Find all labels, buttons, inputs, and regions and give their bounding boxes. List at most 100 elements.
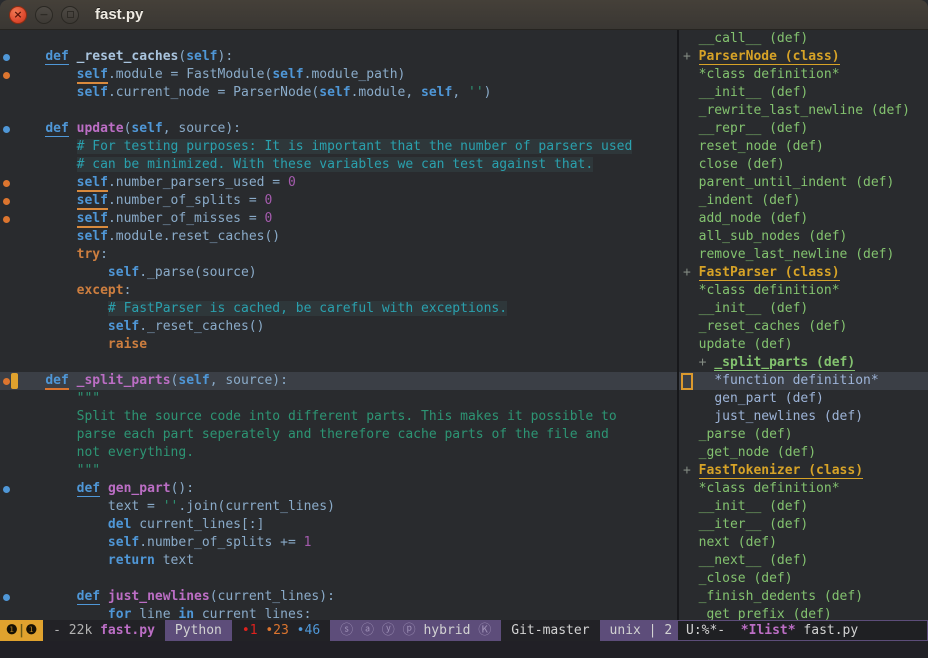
outline-item[interactable]: gen_part (def) bbox=[679, 390, 928, 408]
echo-area[interactable] bbox=[0, 641, 928, 658]
encoding-indicator[interactable]: unix | 2 bbox=[600, 620, 683, 641]
outline-item[interactable]: _finish_dedents (def) bbox=[679, 588, 928, 606]
code-line[interactable]: # For testing purposes: It is important … bbox=[0, 138, 677, 156]
buffer-info[interactable]: - 22k fast.py bbox=[43, 620, 165, 641]
git-branch-indicator[interactable]: Git-master bbox=[501, 620, 599, 641]
code-token-txt: : bbox=[100, 247, 108, 262]
code-token-kwo: raise bbox=[108, 337, 147, 352]
code-line[interactable] bbox=[0, 354, 677, 372]
outline-item[interactable]: _parse (def) bbox=[679, 426, 928, 444]
outline-item[interactable]: _indent (def) bbox=[679, 192, 928, 210]
outline-item[interactable]: + FastParser (class) bbox=[679, 264, 928, 282]
outline-item[interactable]: _get_prefix (def) bbox=[679, 606, 928, 620]
minimize-button[interactable]: − bbox=[35, 6, 53, 24]
code-line[interactable]: # can be minimized. With these variables… bbox=[0, 156, 677, 174]
outline-item[interactable]: _rewrite_last_newline (def) bbox=[679, 102, 928, 120]
code-token-txt: .module = FastModule( bbox=[108, 67, 272, 82]
code-editor[interactable]: def _reset_caches(self): self.module = F… bbox=[0, 30, 677, 620]
code-line[interactable]: self._parse(source) bbox=[0, 264, 677, 282]
flycheck-warning-dot-icon bbox=[3, 198, 10, 205]
code-token-com: # can be minimized. With these variables… bbox=[77, 157, 594, 172]
code-line[interactable]: parse each part seperately and therefore… bbox=[0, 426, 677, 444]
code-line[interactable]: raise bbox=[0, 336, 677, 354]
outline-item[interactable]: + _split_parts (def) bbox=[679, 354, 928, 372]
close-icon: × bbox=[13, 8, 22, 21]
major-mode-indicator[interactable]: Python bbox=[165, 620, 232, 641]
outline-item[interactable]: all_sub_nodes (def) bbox=[679, 228, 928, 246]
outline-item[interactable]: *class definition* bbox=[679, 282, 928, 300]
code-line[interactable]: self.module = FastModule(self.module_pat… bbox=[0, 66, 677, 84]
code-token-txt bbox=[14, 481, 77, 496]
maximize-button[interactable] bbox=[61, 6, 79, 24]
code-line[interactable]: # FastParser is cached, be careful with … bbox=[0, 300, 677, 318]
outline-item[interactable]: __init__ (def) bbox=[679, 84, 928, 102]
code-line[interactable]: def just_newlines(current_lines): bbox=[0, 588, 677, 606]
code-token-txt: ._parse(source) bbox=[139, 265, 256, 280]
code-line[interactable]: """ bbox=[0, 390, 677, 408]
outline-item[interactable]: _reset_caches (def) bbox=[679, 318, 928, 336]
code-line-current[interactable]: def _split_parts(self, source): bbox=[0, 372, 677, 390]
code-line[interactable]: del current_lines[:] bbox=[0, 516, 677, 534]
code-line[interactable]: """ bbox=[0, 462, 677, 480]
outline-item[interactable]: __iter__ (def) bbox=[679, 516, 928, 534]
code-token-txt bbox=[14, 175, 77, 190]
code-line[interactable]: not everything. bbox=[0, 444, 677, 462]
outline-item[interactable]: __next__ (def) bbox=[679, 552, 928, 570]
code-line[interactable]: self.number_of_splits += 1 bbox=[0, 534, 677, 552]
outline-item[interactable]: add_node (def) bbox=[679, 210, 928, 228]
outline-item[interactable]: just_newlines (def) bbox=[679, 408, 928, 426]
code-token-txt bbox=[100, 481, 108, 496]
minor-modes-indicator[interactable]: ⓢ ⓐ ⓨ ⓟ hybrid Ⓚ bbox=[330, 620, 501, 641]
code-token-txt bbox=[14, 283, 77, 298]
code-line[interactable]: for line in current_lines: bbox=[0, 606, 677, 620]
outline-indent bbox=[683, 499, 699, 514]
outline-item[interactable]: *class definition* bbox=[679, 66, 928, 84]
outline-item[interactable]: __repr__ (def) bbox=[679, 120, 928, 138]
close-button[interactable]: × bbox=[9, 6, 27, 24]
code-line[interactable]: def _reset_caches(self): bbox=[0, 48, 677, 66]
code-line[interactable]: self.number_of_misses = 0 bbox=[0, 210, 677, 228]
modeline: ❶|❶- 22k fast.pyPython•1 •23 •46ⓢ ⓐ ⓨ ⓟ … bbox=[0, 620, 928, 641]
flycheck-counts[interactable]: •1 •23 •46 bbox=[232, 620, 330, 641]
code-line[interactable]: def gen_part(): bbox=[0, 480, 677, 498]
code-token-txt: text = bbox=[14, 499, 163, 514]
code-token-txt bbox=[14, 337, 108, 352]
code-token-txt bbox=[14, 229, 77, 244]
code-line[interactable]: Split the source code into different par… bbox=[0, 408, 677, 426]
outline-item[interactable]: __init__ (def) bbox=[679, 300, 928, 318]
code-line[interactable] bbox=[0, 570, 677, 588]
code-line[interactable]: except: bbox=[0, 282, 677, 300]
code-line[interactable]: try: bbox=[0, 246, 677, 264]
outline-indent bbox=[683, 103, 699, 118]
code-line[interactable]: text = ''.join(current_lines) bbox=[0, 498, 677, 516]
code-line[interactable] bbox=[0, 102, 677, 120]
code-token-doc: Split the source code into different par… bbox=[77, 409, 617, 424]
outline-item[interactable]: + ParserNode (class) bbox=[679, 48, 928, 66]
outline-item[interactable]: *class definition* bbox=[679, 480, 928, 498]
code-token-txt bbox=[100, 589, 108, 604]
code-line[interactable]: self.number_parsers_used = 0 bbox=[0, 174, 677, 192]
outline-item[interactable]: _close (def) bbox=[679, 570, 928, 588]
flycheck-warning-dot-icon bbox=[3, 216, 10, 223]
code-line[interactable]: self._reset_caches() bbox=[0, 318, 677, 336]
outline-item[interactable]: next (def) bbox=[679, 534, 928, 552]
outline-item[interactable]: + FastTokenizer (class) bbox=[679, 462, 928, 480]
outline-item[interactable]: reset_node (def) bbox=[679, 138, 928, 156]
outline-item[interactable]: close (def) bbox=[679, 156, 928, 174]
code-line[interactable]: self.current_node = ParserNode(self.modu… bbox=[0, 84, 677, 102]
outline-item[interactable]: *function definition* bbox=[679, 372, 928, 390]
outline-item[interactable]: __init__ (def) bbox=[679, 498, 928, 516]
outline-item[interactable]: __call__ (def) bbox=[679, 30, 928, 48]
code-line[interactable]: return text bbox=[0, 552, 677, 570]
imenu-outline-panel[interactable]: __call__ (def)+ ParserNode (class) *clas… bbox=[679, 30, 928, 620]
outline-item[interactable]: remove_last_newline (def) bbox=[679, 246, 928, 264]
outline-item[interactable]: parent_until_indent (def) bbox=[679, 174, 928, 192]
modeline-text bbox=[289, 623, 297, 638]
code-line[interactable]: self.module.reset_caches() bbox=[0, 228, 677, 246]
code-line[interactable]: def update(self, source): bbox=[0, 120, 677, 138]
outline-item[interactable]: _get_node (def) bbox=[679, 444, 928, 462]
code-token-self: self bbox=[272, 67, 303, 82]
outline-item[interactable]: update (def) bbox=[679, 336, 928, 354]
code-line[interactable]: self.number_of_splits = 0 bbox=[0, 192, 677, 210]
code-token-doc: """ bbox=[77, 463, 100, 478]
